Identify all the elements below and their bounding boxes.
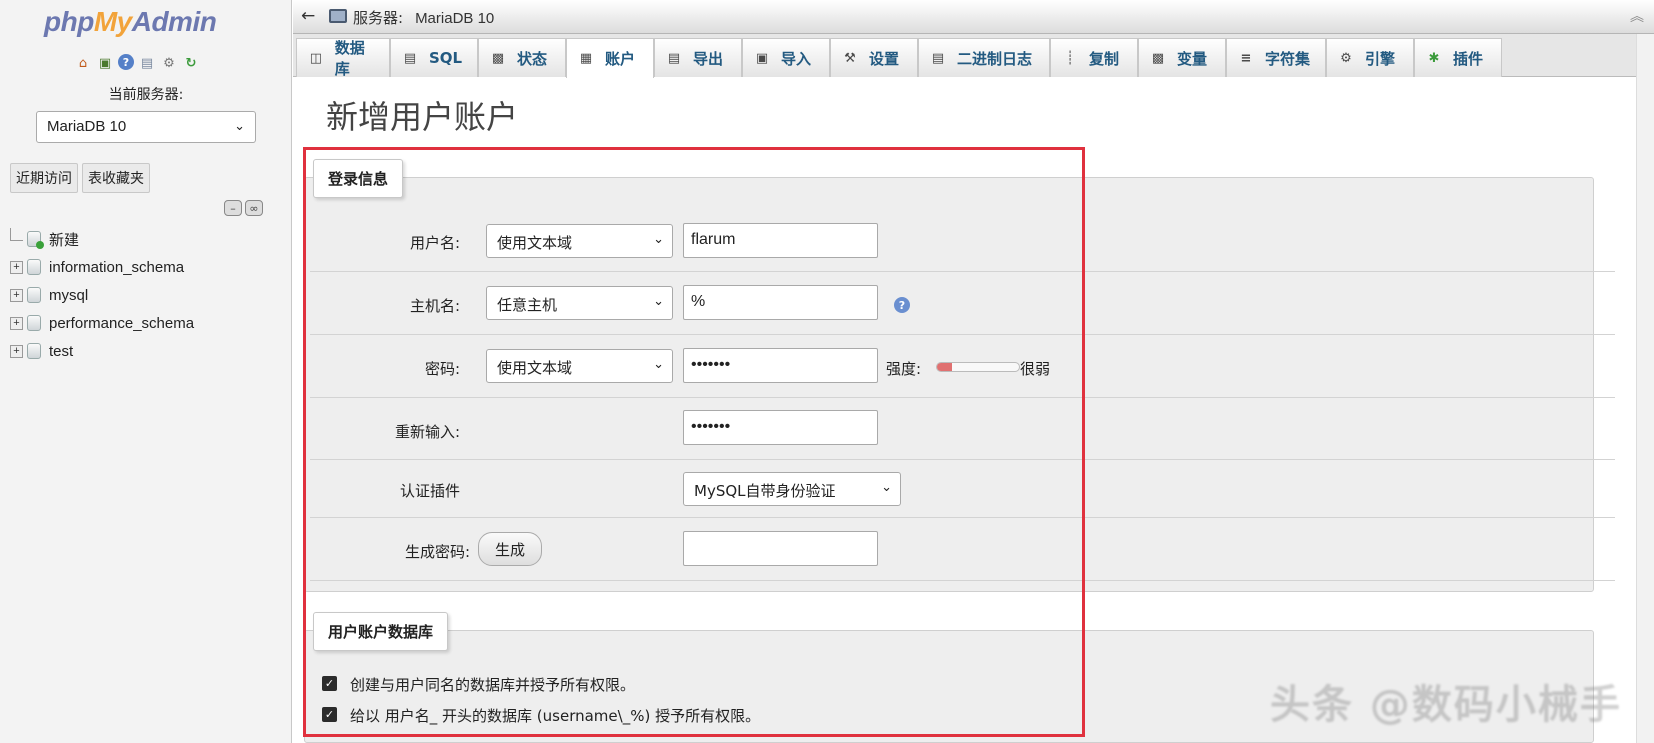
expand-icon[interactable]: + [10, 288, 23, 302]
chevron-down-icon: ⌄ [653, 357, 664, 372]
tab-accounts[interactable]: ▦ 账户 [566, 38, 654, 78]
chevron-down-icon: ⌄ [653, 294, 664, 309]
tab-export[interactable]: ▤ 导出 [654, 38, 742, 77]
status-icon: ▩ [491, 50, 505, 66]
database-icon [27, 315, 41, 331]
retype-label: 重新输入: [394, 423, 460, 441]
strength-meter [936, 362, 1020, 372]
variables-icon: ▩ [1151, 50, 1165, 66]
database-icon: ◫ [309, 50, 322, 66]
create-same-name-db-label: 创建与用户同名的数据库并授予所有权限。 [350, 676, 636, 694]
grant-prefix-db-checkbox[interactable]: ✓ [322, 707, 337, 722]
generate-button[interactable]: 生成 [478, 532, 543, 566]
auth-plugin-select[interactable]: MySQL自带身份验证 ⌄ [683, 472, 901, 506]
tab-status[interactable]: ▩ 状态 [478, 38, 566, 77]
engine-icon: ⚙ [1340, 50, 1352, 66]
page-title: 新增用户账户 [326, 98, 519, 136]
current-server-label: 当前服务器: [108, 87, 184, 103]
favorites-tab[interactable]: 表收藏夹 [82, 163, 150, 193]
watermark: 头条 @数码小械手 [1270, 682, 1622, 728]
username-label: 用户名: [409, 234, 460, 252]
tab-databases[interactable]: ◫ 数据库 [296, 38, 390, 78]
create-same-name-db-checkbox[interactable]: ✓ [322, 676, 337, 691]
tab-charset[interactable]: ≡ 字符集 [1226, 38, 1326, 77]
server-icon [329, 9, 347, 23]
tree-item-performance-schema[interactable]: + performance_schema [10, 309, 194, 337]
password-input[interactable]: ••••••• [683, 348, 878, 383]
username-input[interactable]: flarum [683, 223, 878, 258]
replication-icon: ┊ [1066, 50, 1074, 66]
tree-controls: – ∞ [224, 200, 263, 216]
host-mode-select[interactable]: 任意主机 ⌄ [486, 286, 673, 320]
expand-icon[interactable]: + [10, 260, 23, 274]
phpmyadmin-logo[interactable]: phpMyAdmin [44, 6, 217, 38]
docs-icon[interactable]: ▤ [138, 54, 156, 72]
breadcrumb[interactable]: 服务器: MariaDB 10 [353, 7, 494, 28]
collapse-top-icon[interactable]: ︽ [1630, 6, 1644, 26]
exit-icon[interactable]: ▣ [96, 54, 114, 72]
database-icon [27, 343, 41, 359]
vertical-scrollbar[interactable] [1636, 34, 1654, 743]
link-icon[interactable]: ∞ [245, 200, 263, 216]
tab-settings[interactable]: ⚒ 设置 [830, 38, 918, 77]
back-arrow-icon[interactable]: ← [301, 6, 315, 26]
plugin-icon: ✱ [1428, 50, 1440, 66]
sql-icon: ▤ [403, 50, 417, 66]
navigation-panel: phpMyAdmin ⌂ ▣ ? ▤ ⚙ ↻ 当前服务器: MariaDB 10… [0, 0, 292, 743]
login-info-legend: 登录信息 [313, 159, 404, 198]
strength-label: 强度: [886, 360, 922, 378]
nav-tabs: 近期访问 表收藏夹 [10, 163, 150, 193]
expand-icon[interactable]: + [10, 316, 23, 330]
collapse-all-icon[interactable]: – [224, 200, 242, 216]
tree-item-information-schema[interactable]: + information_schema [10, 253, 194, 281]
tab-import[interactable]: ▣ 导入 [742, 38, 830, 77]
tab-binlog[interactable]: ▤ 二进制日志 [918, 38, 1050, 77]
breadcrumb-bar: ← 服务器: MariaDB 10 ︽ [293, 0, 1654, 34]
tab-sql[interactable]: ▤ SQL [390, 38, 478, 77]
expand-icon[interactable]: + [10, 344, 23, 358]
tab-plugins[interactable]: ✱ 插件 [1414, 38, 1502, 77]
help-icon[interactable]: ? [118, 54, 134, 70]
strength-text: 很弱 [1020, 360, 1051, 378]
reload-icon[interactable]: ↻ [182, 54, 200, 72]
retype-password-input[interactable]: ••••••• [683, 410, 878, 445]
password-label: 密码: [424, 360, 460, 378]
generated-password-input[interactable] [683, 531, 878, 566]
generate-password-label: 生成密码: [404, 543, 470, 561]
database-icon [27, 259, 41, 275]
charset-icon: ≡ [1240, 50, 1252, 66]
main-tabs: ◫ 数据库 ▤ SQL ▩ 状态 ▦ 账户 ▤ 导出 ▣ 导入 ⚒ 设置 ▤ 二进制日志 ┊ 复制… [293, 34, 1654, 78]
binlog-icon: ▤ [931, 50, 945, 66]
tree-item-test[interactable]: + test [10, 337, 194, 365]
host-input[interactable]: % [683, 285, 878, 320]
chevron-down-icon: ⌄ [881, 480, 892, 495]
chevron-down-icon: ⌄ [653, 232, 664, 247]
import-icon: ▣ [755, 50, 769, 66]
tab-variables[interactable]: ▩ 变量 [1138, 38, 1226, 77]
tree-item-new[interactable]: 新建 [10, 225, 194, 253]
wrench-icon: ⚒ [844, 50, 856, 66]
accounts-icon: ▦ [579, 51, 593, 66]
database-tree: 新建 + information_schema + mysql + perfor… [10, 225, 194, 365]
tab-replication[interactable]: ┊ 复制 [1050, 38, 1138, 77]
home-icon[interactable]: ⌂ [74, 54, 92, 72]
tab-engines[interactable]: ⚙ 引擎 [1326, 38, 1414, 77]
server-select[interactable]: MariaDB 10 ⌄ [36, 111, 256, 143]
new-database-icon [27, 231, 44, 249]
tree-item-mysql[interactable]: + mysql [10, 281, 194, 309]
settings-icon[interactable]: ⚙ [160, 54, 178, 72]
export-icon: ▤ [667, 50, 681, 66]
username-mode-select[interactable]: 使用文本域 ⌄ [486, 224, 673, 258]
auth-plugin-label: 认证插件 [399, 482, 460, 500]
recent-tab[interactable]: 近期访问 [10, 163, 78, 193]
user-database-legend: 用户账户数据库 [313, 612, 449, 651]
host-label: 主机名: [409, 297, 460, 315]
strength-meter-fill [937, 363, 952, 371]
chevron-down-icon: ⌄ [234, 118, 245, 133]
grant-prefix-db-label: 给以 用户名_ 开头的数据库 (username\_%) 授予所有权限。 [350, 707, 761, 725]
nav-quick-icons: ⌂ ▣ ? ▤ ⚙ ↻ [74, 54, 200, 72]
help-icon[interactable]: ? [894, 297, 910, 313]
database-icon [27, 287, 41, 303]
password-mode-select[interactable]: 使用文本域 ⌄ [486, 349, 673, 383]
